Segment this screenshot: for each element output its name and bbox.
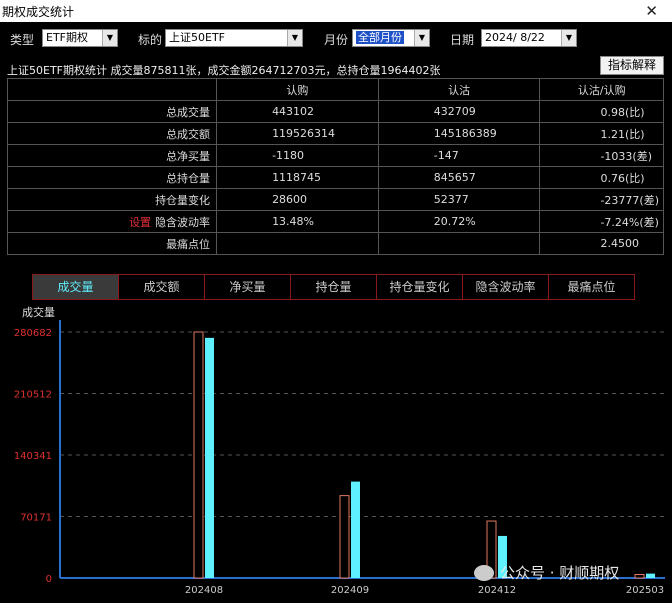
month-select-value: 全部月份 [356,31,404,44]
tab-max-pain[interactable]: 最痛点位 [549,275,634,299]
bar-series1-202409 [339,495,350,579]
watermark-text: 公众号 · 财顺期权 [500,564,620,582]
chart-tabs: 成交量 成交额 净买量 持仓量 持仓量变化 隐含波动率 最痛点位 [32,274,635,300]
watermark: 公众号 · 财顺期权 [474,562,619,583]
table-header-put: 认沽 [377,78,541,101]
wechat-icon [474,564,494,581]
call-value: 1118745 [216,166,379,189]
tab-turnover[interactable]: 成交额 [119,275,205,299]
call-value: -1180 [216,144,379,167]
month-label: 月份 [324,33,349,47]
x-tick-label: 202409 [331,585,369,596]
table-row: 持仓量变化 28600 52377 -23777(差) [6,188,664,211]
table-header-call: 认购 [216,78,379,101]
x-tick-label: 202408 [185,585,223,596]
y-tick-label: 70171 [20,512,52,523]
month-select[interactable]: 全部月份 ▼ [352,29,430,47]
bar-series2-202503 [646,573,655,578]
table-header-ratio: 认沽/认购 [539,78,664,101]
type-select[interactable]: ETF期权 ▼ [42,29,118,47]
chart-title: 成交量 [22,306,55,319]
put-value: 432709 [377,100,541,123]
row-label: 总成交额 [6,122,218,145]
call-value: 13.48% [216,210,379,233]
put-value [377,232,541,255]
row-label-with-setting: 设置 隐含波动率 [6,210,218,233]
chevron-down-icon[interactable]: ▼ [414,30,429,46]
put-value: 845657 [377,166,541,189]
chevron-down-icon[interactable]: ▼ [561,30,576,46]
ratio-value: -7.24%(差) [539,210,664,233]
y-tick-label: 280682 [14,328,52,339]
chart-svg: 0 70171 140341 210512 280682 202408 202409 2024… [14,320,665,596]
bar-series1-202408 [193,331,204,579]
y-tick-label: 0 [46,574,52,585]
put-value: -147 [377,144,541,167]
close-icon[interactable]: ✕ [645,2,658,20]
underlying-select[interactable]: 上证50ETF ▼ [165,29,303,47]
row-label: 持仓量变化 [6,188,218,211]
x-tick-label: 202412 [478,585,516,596]
table-header-empty [6,78,218,101]
chevron-down-icon[interactable]: ▼ [102,30,117,46]
chevron-down-icon[interactable]: ▼ [287,30,302,46]
table-header-row: 认购 认沽 认沽/认购 [6,78,664,101]
bar-series2-202408 [205,337,214,578]
ratio-value: 2.4500 [539,232,664,255]
underlying-select-value: 上证50ETF [169,31,225,44]
ratio-value: 0.98(比) [539,100,664,123]
y-tick-label: 140341 [14,451,52,462]
bar-series2-202409 [351,481,360,578]
summary-text: 上证50ETF期权统计 成交量875811张，成交金额264712703元，总持… [7,64,441,77]
table-row: 总持仓量 1118745 845657 0.76(比) [6,166,664,189]
row-label: 隐含波动率 [155,215,211,229]
call-value [216,232,379,255]
call-value: 28600 [216,188,379,211]
tab-volume[interactable]: 成交量 [33,275,119,299]
indicator-explain-button[interactable]: 指标解释 [600,56,664,75]
window-title: 期权成交统计 [2,4,75,19]
row-label: 总净买量 [6,144,218,167]
date-label: 日期 [450,33,475,47]
tab-net-buy[interactable]: 净买量 [205,275,291,299]
filter-bar: 类型 ETF期权 ▼ 标的 上证50ETF ▼ 月份 全部月份 ▼ 日期 202… [0,26,672,50]
row-label: 总成交量 [6,100,218,123]
row-label: 总持仓量 [6,166,218,189]
table-row: 最痛点位 2.4500 [6,232,664,255]
type-select-value: ETF期权 [46,31,88,44]
underlying-label: 标的 [138,33,163,47]
y-tick-label: 210512 [14,389,52,400]
table-row: 总成交量 443102 432709 0.98(比) [6,100,664,123]
row-label: 最痛点位 [6,232,218,255]
window-titlebar: 期权成交统计 ✕ [0,0,672,22]
bar-series1-202503 [634,573,645,579]
table-row: 总净买量 -1180 -147 -1033(差) [6,144,664,167]
tab-implied-volatility[interactable]: 隐含波动率 [463,275,549,299]
volume-chart: 成交量 0 70171 140341 210512 280682 202408 202409… [0,300,672,600]
put-value: 20.72% [377,210,541,233]
table-row: 设置 隐含波动率 13.48% 20.72% -7.24%(差) [6,210,664,233]
date-picker-value: 2024/ 8/22 [485,31,545,44]
ratio-value: -23777(差) [539,188,664,211]
ratio-value: 0.76(比) [539,166,664,189]
ratio-value: 1.21(比) [539,122,664,145]
put-value: 145186389 [377,122,541,145]
put-value: 52377 [377,188,541,211]
date-picker[interactable]: 2024/ 8/22 ▼ [481,29,577,47]
call-value: 119526314 [216,122,379,145]
x-tick-label: 202503 [626,585,664,596]
stats-table: 认购 认沽 认沽/认购 总成交量 443102 432709 0.98(比) 总… [6,78,664,255]
type-label: 类型 [10,33,35,47]
ratio-value: -1033(差) [539,144,664,167]
table-row: 总成交额 119526314 145186389 1.21(比) [6,122,664,145]
setting-link[interactable]: 设置 [129,216,151,229]
tab-oi-change[interactable]: 持仓量变化 [377,275,463,299]
tab-open-interest[interactable]: 持仓量 [291,275,377,299]
call-value: 443102 [216,100,379,123]
